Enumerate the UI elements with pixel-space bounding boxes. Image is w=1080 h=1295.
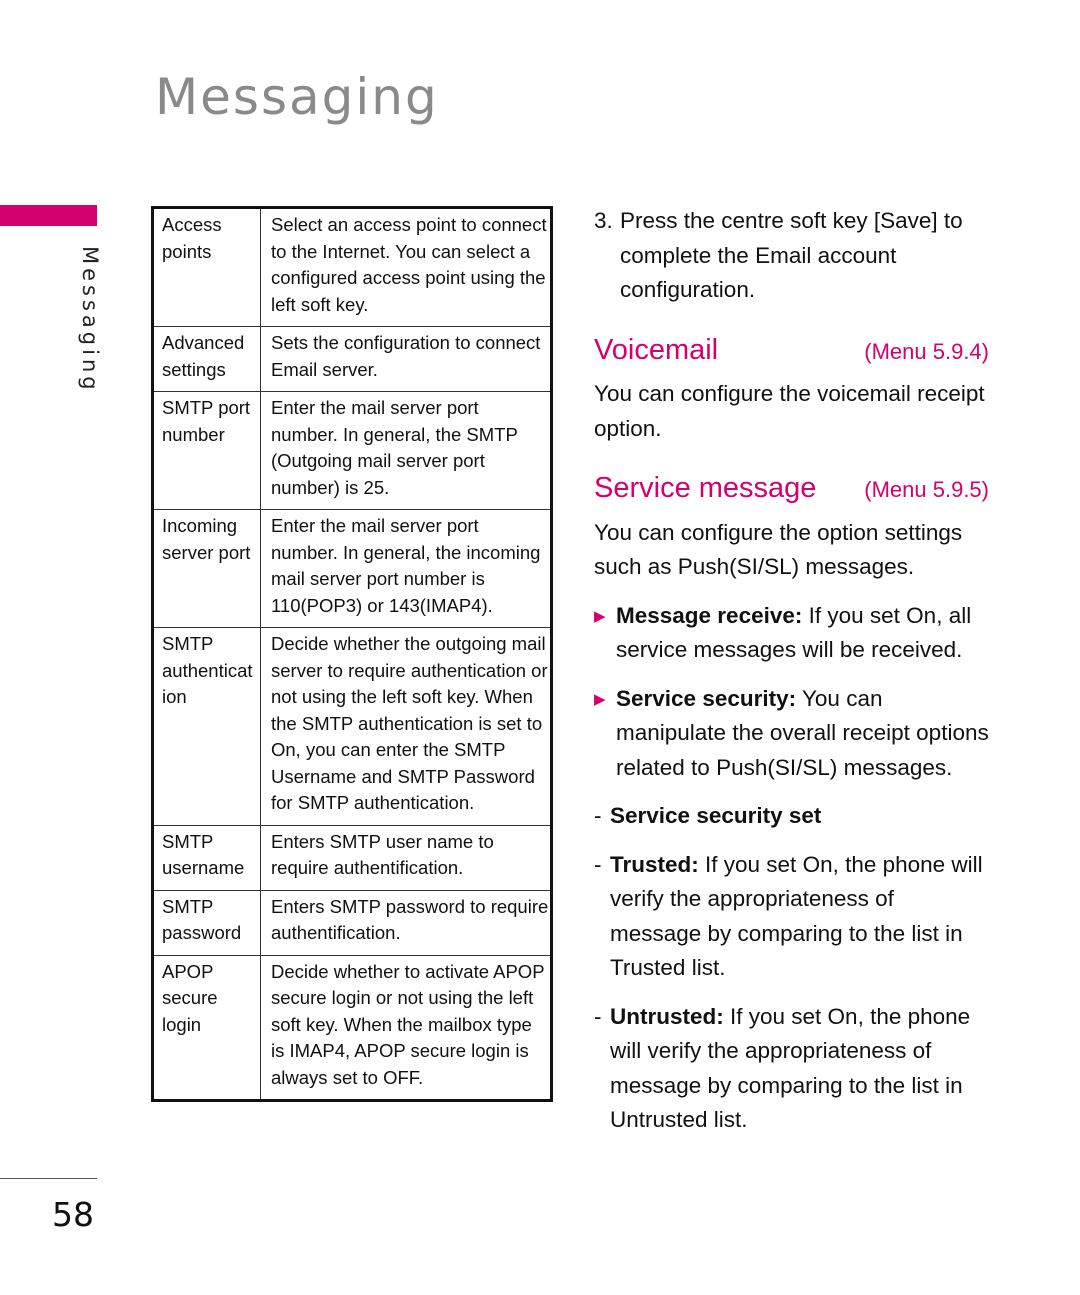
table-description: Sets the configuration to connect Email … (260, 326, 552, 392)
dash-label: Untrusted: (610, 1003, 724, 1029)
right-column: 3. Press the centre soft key [Save] to c… (594, 204, 989, 1138)
bullet-label: Service security: (616, 685, 797, 711)
table-row: Access points Select an access point to … (152, 207, 552, 327)
dash-trusted: - Trusted: If you set On, the phone will… (594, 848, 989, 986)
table-term: SMTP password (152, 889, 261, 956)
bullet-message-receive: ▶ Message receive: If you set On, all se… (594, 599, 989, 668)
dash-marker: - (594, 851, 602, 877)
table-term: SMTP username (152, 824, 261, 891)
dash-marker: - (594, 803, 602, 828)
voicemail-menu-ref: (Menu 5.9.4) (864, 338, 989, 364)
service-message-description: You can configure the option settings su… (594, 519, 963, 580)
service-message-menu-ref: (Menu 5.9.5) (864, 477, 989, 502)
table-description: Enters SMTP user name to require authent… (260, 824, 552, 891)
triangle-bullet-icon: ▶ (594, 607, 606, 625)
table-row: Incoming server port Enter the mail serv… (152, 509, 552, 628)
table-description: Decide whether to activate APOP secure l… (260, 954, 552, 1101)
table-term: SMTP port number (152, 391, 261, 510)
voicemail-heading: Voicemail (Menu 5.9.4) (594, 333, 989, 370)
section-tab-marker (0, 205, 97, 226)
voicemail-description: You can configure the voicemail receipt … (594, 381, 985, 441)
step-text: Press the centre soft key [Save] to comp… (620, 208, 963, 302)
table-row: SMTP password Enters SMTP password to re… (152, 889, 552, 956)
side-section-label: Messaging (78, 246, 102, 394)
step-3: 3. Press the centre soft key [Save] to c… (594, 204, 989, 308)
table-term: Incoming server port (152, 509, 261, 628)
table-row: Advanced settings Sets the configuration… (152, 326, 552, 392)
voicemail-title: Voicemail (594, 333, 719, 366)
service-message-title: Service message (594, 472, 817, 504)
dash-label: Trusted: (610, 851, 699, 877)
dash-untrusted: - Untrusted: If you set On, the phone wi… (594, 1000, 989, 1138)
table-description: Decide whether the outgoing mail server … (260, 627, 552, 826)
dash-marker: - (594, 1003, 602, 1029)
table-term: Access points (152, 207, 261, 327)
table-description: Select an access point to connect to the… (260, 207, 552, 327)
table-term: APOP secure login (152, 954, 261, 1101)
service-message-heading: Service message (Menu 5.9.5) (594, 471, 989, 508)
table-description: Enters SMTP password to require authenti… (260, 889, 552, 956)
triangle-bullet-icon: ▶ (594, 690, 606, 708)
bullet-service-security: ▶ Service security: You can manipulate t… (594, 682, 989, 786)
table-term: SMTP authenticat ion (152, 627, 261, 826)
table-row: APOP secure login Decide whether to acti… (152, 954, 552, 1101)
dash-service-security-set: - Service security set (594, 799, 989, 834)
table-row: SMTP username Enters SMTP user name to r… (152, 824, 552, 891)
dash-label: Service security set (610, 803, 822, 828)
step-number: 3. (594, 208, 613, 233)
table-row: SMTP authenticat ion Decide whether the … (152, 627, 552, 826)
bullet-label: Message receive: (616, 602, 803, 628)
email-settings-table: Access points Select an access point to … (151, 206, 553, 1102)
table-description: Enter the mail server port number. In ge… (260, 391, 552, 510)
page-number: 58 (52, 1195, 94, 1234)
table-row: SMTP port number Enter the mail server p… (152, 391, 552, 510)
footer-divider (0, 1178, 97, 1179)
table-term: Advanced settings (152, 326, 261, 392)
table-description: Enter the mail server port number. In ge… (260, 509, 552, 628)
page-title: Messaging (155, 68, 439, 126)
